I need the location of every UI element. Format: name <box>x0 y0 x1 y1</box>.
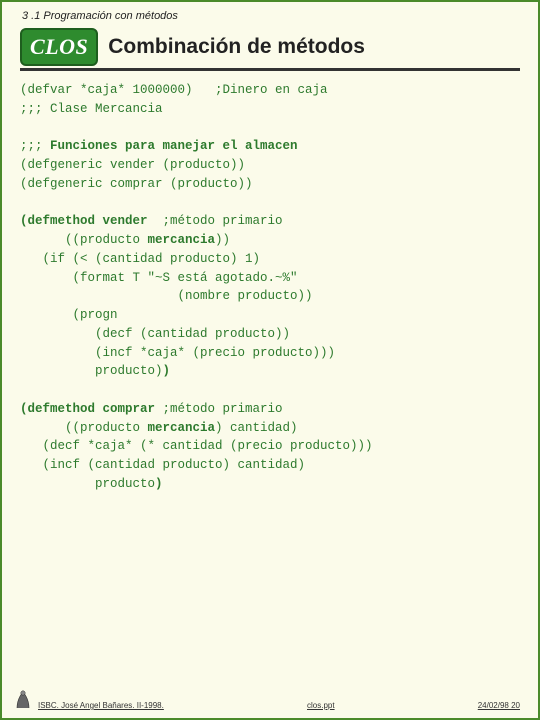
code-block: (defvar *caja* 1000000) ;Dinero en caja … <box>20 81 520 494</box>
footer-left-text: ISBC. José Angel Bañares. II-1998. <box>38 701 164 710</box>
footer-right: 24/02/98 20 <box>478 701 520 710</box>
title-row: CLOS Combinación de métodos <box>20 28 520 66</box>
footer-left: ISBC. José Angel Bañares. II-1998. <box>14 688 164 710</box>
logo-icon <box>14 688 32 710</box>
footer-right-text: 24/02/98 20 <box>478 701 520 710</box>
footer-center: clos.ppt <box>164 701 478 710</box>
badge-text: CLOS <box>30 34 88 59</box>
slide-title: Combinación de métodos <box>108 35 365 59</box>
section-label: 3 .1 Programación con métodos <box>22 10 520 22</box>
title-rule <box>20 68 520 71</box>
footer: ISBC. José Angel Bañares. II-1998. clos.… <box>2 688 538 710</box>
footer-center-text: clos.ppt <box>307 701 335 710</box>
clos-badge: CLOS <box>20 28 98 66</box>
slide: 3 .1 Programación con métodos CLOS Combi… <box>0 0 540 720</box>
